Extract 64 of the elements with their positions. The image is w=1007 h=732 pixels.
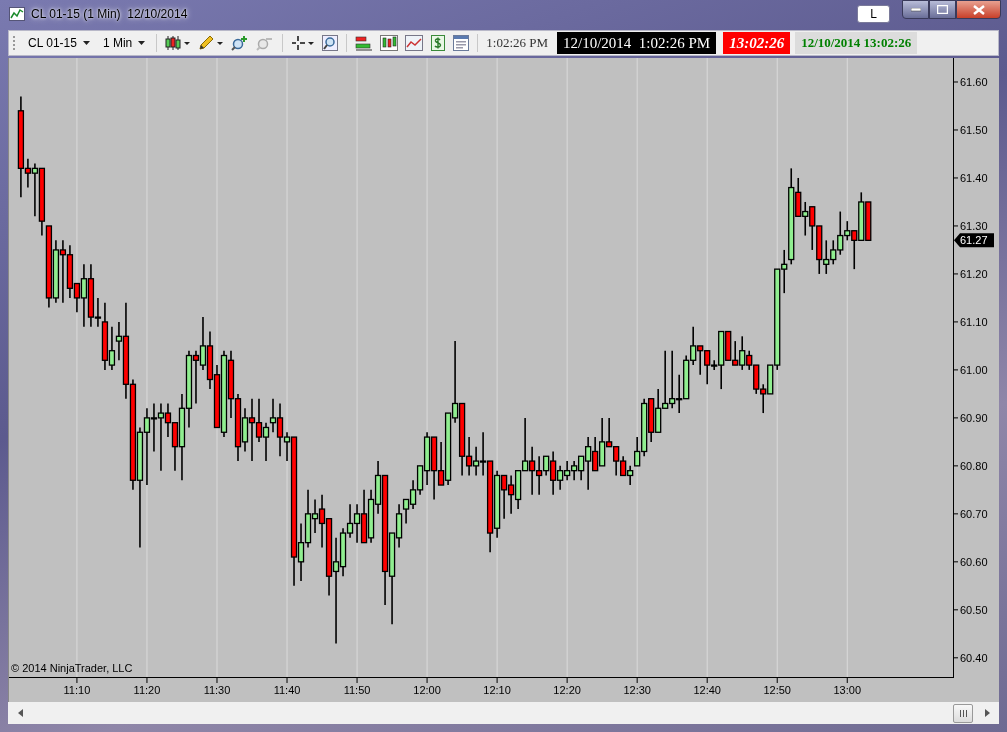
y-axis-label: 60.70	[960, 507, 988, 520]
y-axis-label: 61.40	[960, 171, 988, 184]
caret-icon	[138, 41, 146, 45]
horizontal-scrollbar[interactable]	[8, 702, 999, 724]
close-button[interactable]	[956, 0, 1001, 19]
x-axis-label: 11:40	[273, 684, 301, 696]
zoom-out-icon	[256, 35, 275, 51]
minimize-icon	[910, 7, 921, 12]
x-axis-label: 11:50	[343, 684, 371, 696]
properties-button[interactable]	[451, 35, 472, 51]
y-axis-label: 60.60	[960, 555, 988, 568]
magnifier-icon	[322, 35, 339, 51]
y-axis-label: 61.30	[960, 219, 988, 232]
bar-chart-icon	[355, 35, 374, 51]
close-icon	[972, 4, 985, 15]
clock-display: 12/10/2014 1:02:26 PM	[557, 32, 717, 54]
minimize-button[interactable]	[902, 0, 929, 19]
caret-icon	[82, 41, 90, 45]
zoom-button[interactable]	[320, 35, 341, 51]
panel-icon	[453, 35, 470, 51]
line-chart-icon	[405, 35, 424, 51]
crosshair-icon	[291, 35, 316, 51]
clock-display: 12/10/2014 13:02:26	[795, 32, 918, 54]
chart-window-button[interactable]	[403, 35, 426, 51]
y-axis-label: 61.10	[960, 315, 988, 328]
scrollbar-thumb[interactable]	[953, 703, 973, 723]
left-arrow-icon[interactable]	[18, 709, 24, 717]
y-axis-label: 60.90	[960, 411, 988, 424]
grip-icon	[13, 35, 16, 51]
interval-dropdown[interactable]: 1 Min	[97, 36, 151, 50]
y-axis-label: 61.50	[960, 124, 988, 136]
x-axis-label: 12:00	[413, 684, 441, 696]
maximize-icon	[937, 5, 948, 14]
toolbar-time: 1:02:26 PM	[485, 35, 550, 51]
window-title: CL 01-15 (1 Min) 12/10/2014	[31, 7, 188, 21]
candles-icon	[380, 35, 399, 51]
y-axis-label: 61.00	[960, 363, 988, 376]
link-button[interactable]: L	[857, 5, 890, 23]
candlestick-icon	[165, 35, 192, 51]
candles-button[interactable]	[378, 35, 401, 51]
x-axis-label: 12:50	[763, 684, 791, 696]
zoom-in-icon	[231, 35, 250, 51]
instrument-dropdown[interactable]: CL 01-15	[23, 36, 95, 50]
x-axis-label: 11:10	[63, 684, 91, 696]
x-axis-label: 11:20	[133, 684, 161, 696]
x-axis-label: 11:30	[203, 684, 231, 696]
pencil-icon	[198, 35, 225, 51]
x-axis-label: 12:20	[553, 684, 581, 696]
chart-icon	[9, 7, 25, 21]
right-arrow-icon[interactable]	[985, 709, 991, 717]
maximize-button[interactable]	[929, 0, 956, 19]
x-axis-label: 13:00	[833, 684, 861, 696]
last-price-marker: 61.27	[954, 233, 994, 248]
x-axis-label: 12:10	[483, 684, 511, 696]
dollar-icon	[430, 35, 447, 51]
y-axis-label: 60.40	[960, 651, 988, 664]
y-axis-label: 61.60	[960, 76, 988, 88]
y-axis-label: 60.80	[960, 459, 988, 472]
clock-display: 13:02:26	[723, 32, 791, 54]
y-axis-label: 60.50	[960, 603, 988, 616]
copyright-text: © 2014 NinjaTrader, LLC	[11, 662, 133, 674]
x-axis-label: 12:40	[693, 684, 721, 696]
x-axis-label: 12:30	[623, 684, 651, 696]
y-axis-label: 61.20	[960, 267, 988, 280]
